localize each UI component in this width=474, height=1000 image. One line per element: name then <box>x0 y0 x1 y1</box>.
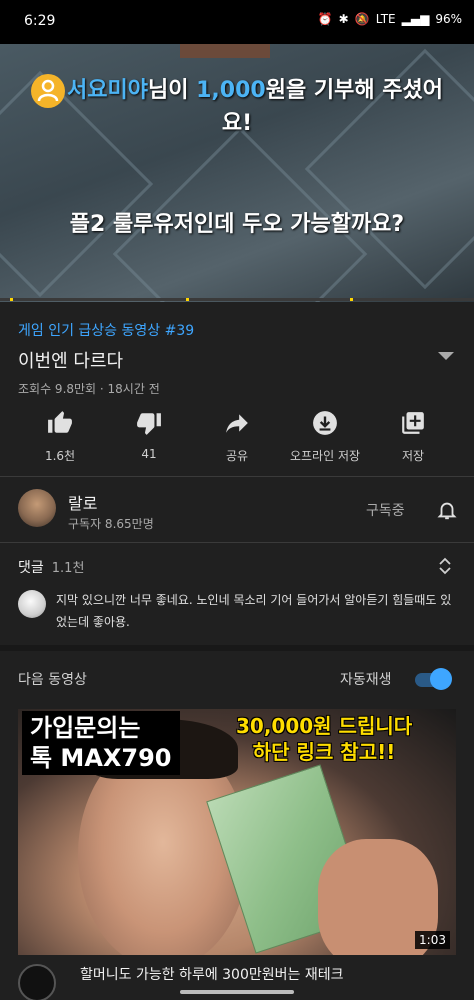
divider <box>0 476 474 477</box>
status-time: 6:29 <box>24 13 56 29</box>
subscribed-button[interactable]: 구독중 <box>366 500 405 520</box>
channel-row[interactable]: 랄로 구독자 8.65만명 구독중 <box>0 478 474 540</box>
expand-comments-icon[interactable] <box>438 556 452 580</box>
next-video-title[interactable]: 할머니도 가능한 하루에 300만원버는 재테크 <box>80 964 343 984</box>
donor-suffix: 님이 <box>147 78 197 103</box>
thumbs-up-icon <box>13 408 107 438</box>
bluetooth-icon: ✱ <box>338 12 349 26</box>
expand-description-icon[interactable] <box>438 352 454 360</box>
donor-avatar-icon <box>31 74 66 108</box>
dislike-count: 41 <box>141 447 157 461</box>
overlay-left-line2: 톡 MAX790 <box>30 744 172 772</box>
thumbs-down-icon <box>102 408 196 438</box>
download-icon <box>278 408 372 438</box>
section-separator <box>0 645 474 651</box>
video-info: 게임 인기 급상승 동영상 #39 <box>18 320 458 340</box>
next-video-thumbnail[interactable]: 가입문의는 톡 MAX790 30,000원 드립니다 하단 링크 참고!! 1… <box>18 709 456 955</box>
save-to-playlist-button[interactable]: 저장 <box>366 408 460 464</box>
share-icon <box>190 408 284 438</box>
action-row: 1.6천 41 공유 오프라인 저장 저장 <box>0 408 474 468</box>
overlay-right-line2: 하단 링크 참고!! <box>252 740 396 764</box>
like-button[interactable]: 1.6천 <box>13 408 107 464</box>
trending-hashtag[interactable]: 게임 인기 급상승 동영상 #39 <box>18 323 194 339</box>
offline-save-button[interactable]: 오프라인 저장 <box>278 408 372 464</box>
comments-section[interactable]: 댓글 1.1천 지막 있으니깐 너무 좋네요. 노인네 목소리 기어 들어가서 알… <box>0 548 474 643</box>
signal-icon: ▂▄▆ <box>401 12 430 26</box>
donor-name: 서요미야 <box>67 78 148 103</box>
top-comment: 지막 있으니깐 너무 좋네요. 노인네 목소리 기어 들어가서 알아듣기 힘들때… <box>56 593 452 629</box>
gesture-navigation-bar[interactable] <box>180 990 294 994</box>
video-title[interactable]: 이번엔 다르다 <box>18 347 123 373</box>
channel-subscribers: 구독자 8.65만명 <box>68 517 154 531</box>
status-bar: 6:29 ⏰ ✱ 🔕 LTE ▂▄▆ 96% <box>0 0 474 44</box>
comments-label: 댓글 <box>18 560 44 576</box>
share-button[interactable]: 공유 <box>190 408 284 464</box>
dislike-button[interactable]: 41 <box>102 408 196 461</box>
ad-marker <box>186 298 189 301</box>
battery-label: 96% <box>435 12 462 26</box>
toggle-knob <box>430 668 452 690</box>
overlay-right-line1: 30,000원 드립니다 <box>236 714 413 738</box>
channel-name[interactable]: 랄로 <box>68 490 97 514</box>
video-duration: 1:03 <box>415 931 450 949</box>
donation-overlay: 서요미야님이 1,000원을 기부해 주셨어 요! <box>0 74 474 140</box>
donation-text-2: 요! <box>221 111 253 136</box>
comments-count: 1.1천 <box>51 561 85 576</box>
bell-icon[interactable] <box>436 498 458 526</box>
ad-marker <box>10 298 13 301</box>
comments-header: 댓글 1.1천 <box>18 557 84 577</box>
up-next-header: 다음 동영상 자동재생 <box>0 665 474 695</box>
save-label: 저장 <box>401 449 425 463</box>
video-progress-bar[interactable] <box>0 298 474 301</box>
status-icons: ⏰ ✱ 🔕 LTE ▂▄▆ 96% <box>318 12 462 26</box>
autoplay-label: 자동재생 <box>340 672 392 688</box>
video-frame-detail <box>180 44 270 58</box>
divider <box>0 542 474 543</box>
thumbnail-overlay-left: 가입문의는 톡 MAX790 <box>22 711 180 775</box>
donation-message: 플2 룰루유저인데 두오 가능할까요? <box>69 212 405 237</box>
donation-text: 원을 기부해 주셨어 <box>265 78 443 103</box>
mute-icon: 🔕 <box>354 12 370 26</box>
thumbnail-overlay-right: 30,000원 드립니다 하단 링크 참고!! <box>236 713 412 765</box>
share-label: 공유 <box>225 449 249 463</box>
video-meta: 조회수 9.8만회 · 18시간 전 <box>18 382 160 396</box>
donation-amount: 1,000 <box>196 78 266 103</box>
channel-avatar[interactable] <box>18 489 56 527</box>
video-player[interactable]: 서요미야님이 1,000원을 기부해 주셨어 요! 플2 룰루유저인데 두오 가… <box>0 44 474 302</box>
add-to-playlist-icon <box>366 408 460 438</box>
commenter-avatar <box>18 590 46 618</box>
like-count: 1.6천 <box>44 449 76 463</box>
network-label: LTE <box>375 12 396 26</box>
ad-marker <box>350 298 353 301</box>
up-next-label: 다음 동영상 <box>18 672 87 688</box>
alarm-icon: ⏰ <box>317 12 333 26</box>
next-channel-avatar[interactable] <box>18 964 56 1000</box>
autoplay-toggle[interactable] <box>413 668 452 690</box>
offline-save-label: 오프라인 저장 <box>289 449 361 463</box>
next-video-row[interactable]: 할머니도 가능한 하루에 300만원버는 재테크 <box>0 960 474 1000</box>
overlay-left-line1: 가입문의는 <box>30 714 141 742</box>
